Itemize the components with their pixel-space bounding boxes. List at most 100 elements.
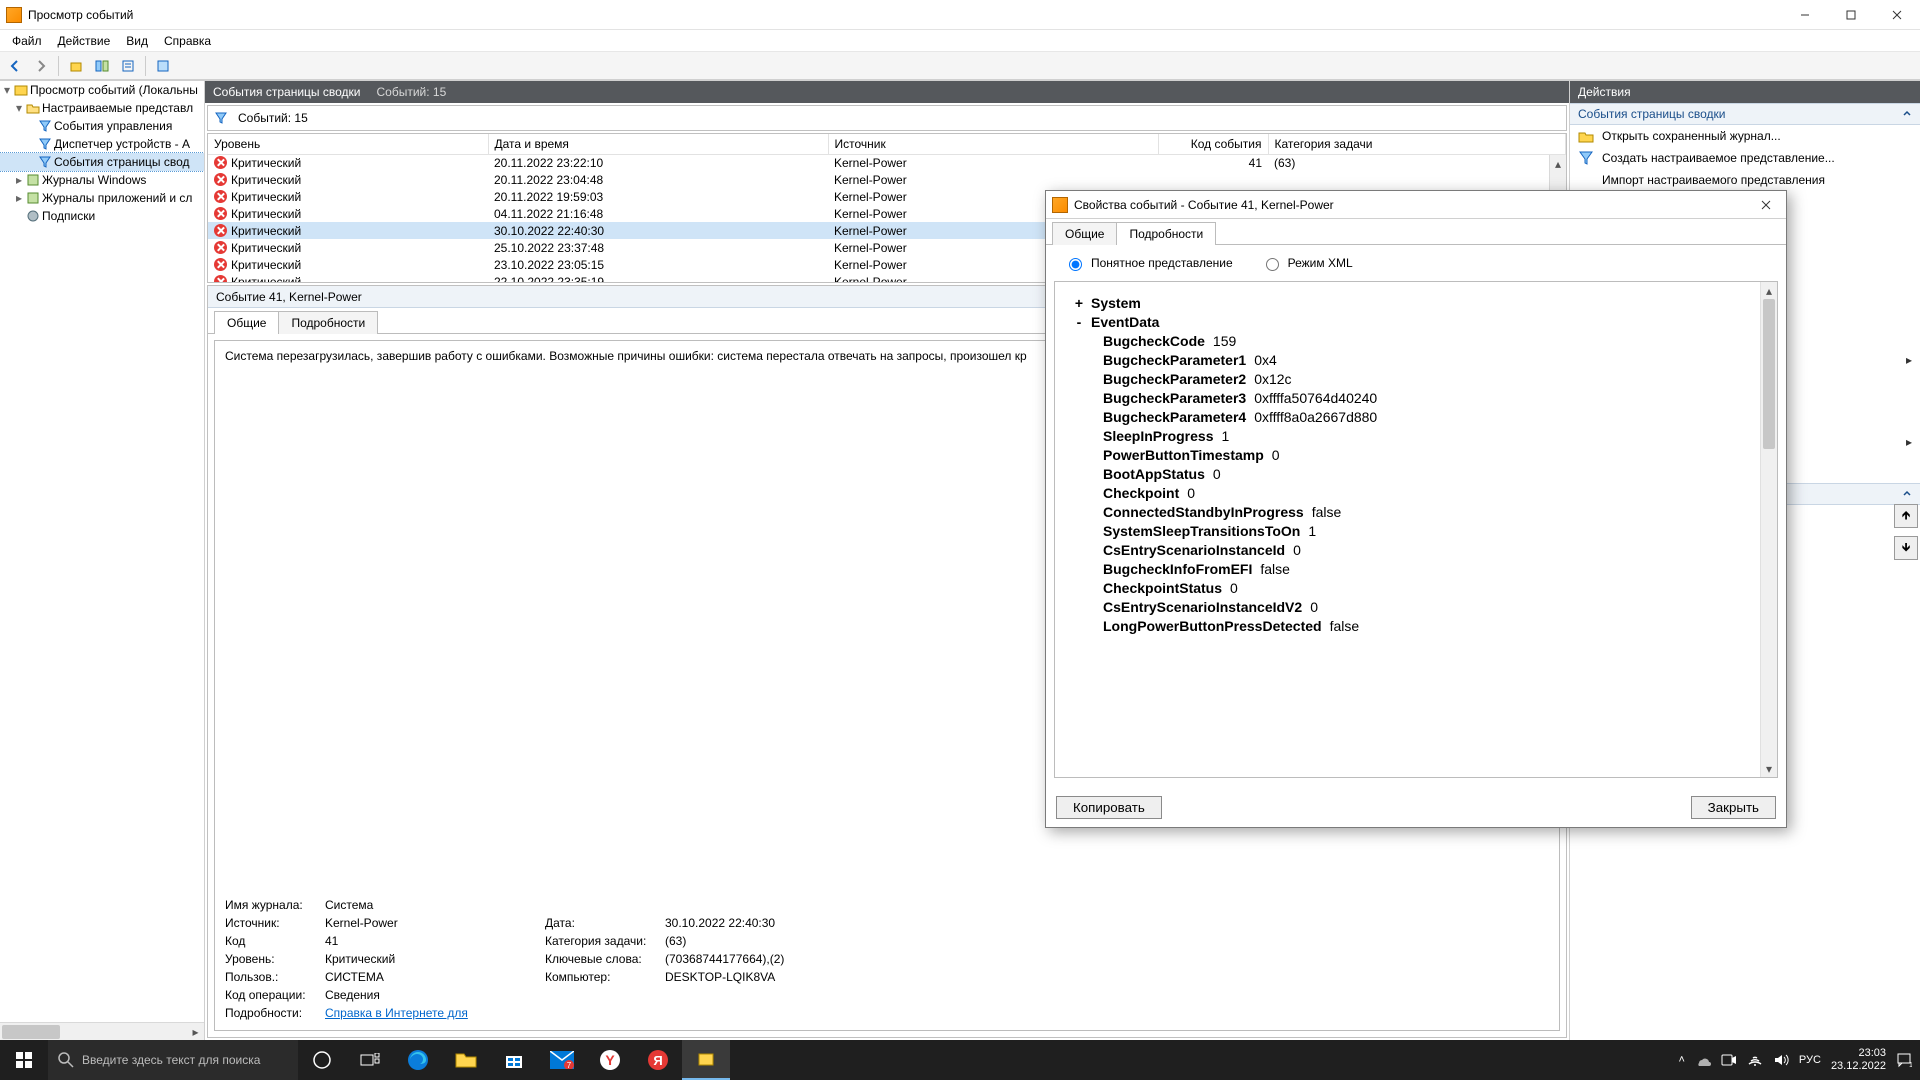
events-section-header: События страницы сводки Событий: 15 [205,81,1569,103]
action-import-custom-view[interactable]: Импорт настраиваемого представления [1570,169,1920,191]
menu-file[interactable]: Файл [6,32,48,50]
scroll-thumb[interactable] [1763,299,1775,449]
action-open-saved-log[interactable]: Открыть сохраненный журнал... [1570,125,1920,147]
scroll-thumb[interactable] [2,1025,60,1039]
filter-icon [214,111,228,125]
scroll-right-icon[interactable]: ▸ [187,1023,204,1040]
toolbar-btn-2[interactable] [91,55,113,77]
tree-device-manager[interactable]: Диспетчер устройств - А [0,135,204,153]
table-row[interactable]: Критический20.11.2022 23:04:48Kernel-Pow… [208,171,1566,188]
collapse-icon[interactable] [1902,489,1912,499]
tray-clock[interactable]: 23:03 23.12.2022 [1831,1047,1886,1073]
dialog-titlebar[interactable]: Свойства событий - Событие 41, Kernel-Po… [1046,191,1786,219]
tree-custom-views[interactable]: ▾ Настраиваемые представл [0,99,204,117]
col-datetime[interactable]: Дата и время [488,134,828,154]
taskbar-search[interactable]: Введите здесь текст для поиска [48,1040,298,1080]
dialog-scrollbar[interactable]: ▴ ▾ [1760,282,1777,777]
eventdata-field: BugcheckParameter30xffffa50764d40240 [1073,390,1759,406]
tree-label: Журналы приложений и сл [42,191,192,205]
start-button[interactable] [0,1040,48,1080]
taskbar-cortana[interactable] [298,1040,346,1080]
nav-back-button[interactable] [4,55,26,77]
taskbar-explorer[interactable] [442,1040,490,1080]
tray-volume-icon[interactable] [1773,1052,1789,1068]
tray-expand-icon[interactable]: ˄ [1678,1054,1684,1066]
menu-view[interactable]: Вид [120,32,154,50]
maximize-button[interactable] [1828,0,1874,30]
log-icon [26,172,40,188]
menubar: Файл Действие Вид Справка [0,30,1920,52]
radio-friendly-view[interactable]: Понятное представление [1064,255,1233,271]
node-eventdata[interactable]: -EventData [1073,314,1759,330]
tree-subscriptions[interactable]: Подписки [0,207,204,225]
folder-open-icon [1578,128,1594,144]
eventdata-field: CsEntryScenarioInstanceIdV20 [1073,599,1759,615]
minimize-button[interactable] [1782,0,1828,30]
taskbar-eventviewer[interactable] [682,1040,730,1080]
eventdata-field: BugcheckParameter20x12c [1073,371,1759,387]
toolbar-btn-1[interactable] [65,55,87,77]
event-data-view[interactable]: +System -EventData BugcheckCode159Bugche… [1054,281,1778,778]
copy-button[interactable]: Копировать [1056,796,1162,819]
error-icon [214,241,227,254]
close-button[interactable] [1874,0,1920,30]
taskbar-store[interactable] [490,1040,538,1080]
tab-general[interactable]: Общие [1052,222,1117,245]
tree-apps-logs[interactable]: ▸ Журналы приложений и сл [0,189,204,207]
nav-forward-button[interactable] [30,55,52,77]
taskbar-app-1[interactable]: Y [586,1040,634,1080]
tree-admin-events[interactable]: События управления [0,117,204,135]
tree-root[interactable]: ▾ Просмотр событий (Локальны [0,81,204,99]
menu-help[interactable]: Справка [158,32,217,50]
menu-action[interactable]: Действие [52,32,117,50]
online-help-link[interactable]: Справка в Интернете для [325,1006,468,1020]
tree-horizontal-scrollbar[interactable]: ◂ ▸ [0,1022,204,1040]
table-row[interactable]: Критический20.11.2022 23:22:10Kernel-Pow… [208,154,1566,171]
tab-details[interactable]: Подробности [1116,222,1216,245]
next-event-button[interactable]: 🡻 [1894,536,1918,560]
tab-details[interactable]: Подробности [278,311,378,334]
system-tray[interactable]: ˄ РУС 23:03 23.12.2022 16 [1670,1047,1920,1073]
taskbar-mail[interactable]: 7 [538,1040,586,1080]
taskbar-app-2[interactable]: Я [634,1040,682,1080]
radio-xml-view[interactable]: Режим XML [1261,255,1353,271]
section-count: Событий: 15 [376,85,446,99]
tree-windows-logs[interactable]: ▸ Журналы Windows [0,171,204,189]
tray-onedrive-icon[interactable] [1695,1052,1711,1068]
close-button[interactable]: Закрыть [1691,796,1776,819]
action-create-custom-view[interactable]: Создать настраиваемое представление... [1570,147,1920,169]
field-label: Дата: [545,916,665,930]
view-mode-radios: Понятное представление Режим XML [1046,245,1786,281]
tray-notifications-icon[interactable]: 16 [1896,1052,1912,1068]
taskbar[interactable]: Введите здесь текст для поиска 7 Y Я ˄ Р… [0,1040,1920,1080]
tab-general[interactable]: Общие [214,311,279,334]
tree-summary-events[interactable]: События страницы свод [0,153,204,171]
col-event-id[interactable]: Код события [1158,134,1268,154]
col-task-cat[interactable]: Категория задачи [1268,134,1566,154]
svg-text:16: 16 [1909,1062,1912,1068]
col-level[interactable]: Уровень [208,134,488,154]
eventdata-field: SystemSleepTransitionsToOn1 [1073,523,1759,539]
scroll-up-icon[interactable]: ▴ [1761,282,1777,299]
tray-meet-icon[interactable] [1721,1052,1737,1068]
scroll-down-icon[interactable]: ▾ [1761,760,1777,777]
taskbar-edge[interactable] [394,1040,442,1080]
prev-event-button[interactable]: 🡹 [1894,504,1918,528]
dialog-close-button[interactable] [1746,191,1786,219]
window-titlebar: Просмотр событий [0,0,1920,30]
scroll-up-icon[interactable]: ▴ [1550,155,1566,172]
toolbar-btn-3[interactable] [117,55,139,77]
collapse-icon[interactable] [1902,109,1912,119]
tray-network-icon[interactable] [1747,1052,1763,1068]
toolbar-btn-4[interactable] [152,55,174,77]
filter-icon [38,119,52,133]
navigation-tree[interactable]: ▾ Просмотр событий (Локальны ▾ Настраива… [0,81,205,1040]
eventdata-field: PowerButtonTimestamp0 [1073,447,1759,463]
node-system[interactable]: +System [1073,295,1759,311]
filter-count: Событий: 15 [238,111,308,125]
field-value: 41 [325,934,545,948]
col-source[interactable]: Источник [828,134,1158,154]
error-icon [214,207,227,220]
tray-language[interactable]: РУС [1799,1054,1821,1066]
taskbar-taskview[interactable] [346,1040,394,1080]
